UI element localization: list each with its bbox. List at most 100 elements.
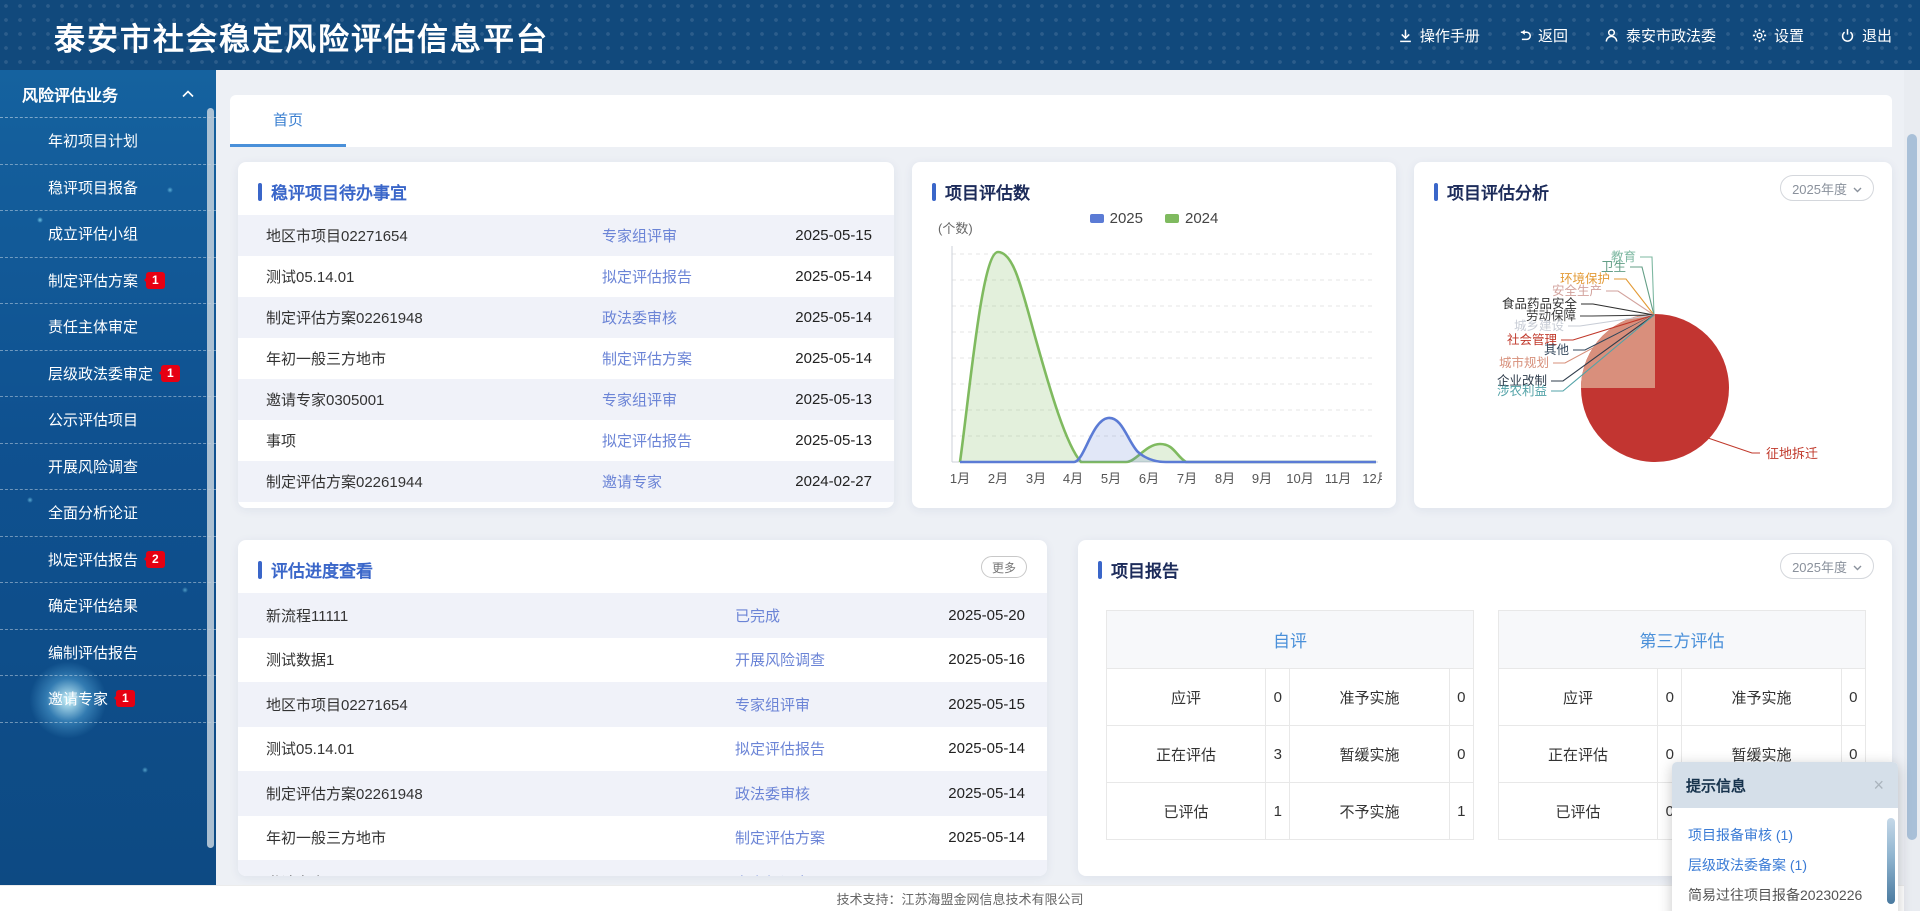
progress-list: 新流程11111已完成2025-05-20 测试数据1开展风险调查2025-05… — [238, 593, 1047, 876]
sidebar-group-risk-assessment[interactable]: 风险评估业务 — [0, 70, 216, 118]
stage-link[interactable]: 拟定评估报告 — [602, 266, 762, 287]
popup-link-report-review[interactable]: 项目报备审核 (1) — [1688, 820, 1882, 850]
table-row[interactable]: 测试数据1开展风险调查2025-05-16 — [238, 638, 1047, 683]
sidebar-item-committee-review[interactable]: 层级政法委审定1 — [0, 351, 216, 398]
stage-link[interactable]: 制定评估方案 — [602, 348, 762, 369]
stage-link[interactable]: 拟定评估报告 — [735, 738, 910, 759]
stage-link[interactable]: 政法委审核 — [602, 307, 762, 328]
series-2024-area — [960, 252, 1376, 462]
tab-home[interactable]: 首页 — [230, 95, 346, 147]
table-header: 第三方评估 — [1499, 611, 1866, 669]
user-account[interactable]: 泰安市政法委 — [1604, 25, 1716, 46]
stage-link[interactable]: 拟定评估报告 — [602, 430, 762, 451]
sidebar-item-draft-report[interactable]: 拟定评估报告2 — [0, 537, 216, 584]
table-row[interactable]: 制定评估方案02261944邀请专家2024-02-27 — [238, 461, 894, 502]
table-row[interactable]: 制定评估方案02261948政法委审核2025-05-14 — [238, 297, 894, 338]
stage-link[interactable]: 开展风险调查 — [735, 649, 910, 670]
table-row[interactable]: 制定评估方案02261948政法委审核2025-05-14 — [238, 771, 1047, 816]
stage-link[interactable]: 制定评估方案 — [735, 827, 910, 848]
footer-text: 技术支持：江苏海盟金网信息技术有限公司 — [836, 889, 1083, 908]
footer: 技术支持：江苏海盟金网信息技术有限公司 — [0, 885, 1920, 911]
table-row[interactable]: 邀请专家0305001专家组评审2025-05-13 — [238, 379, 894, 420]
sidebar-item-confirm-result[interactable]: 确定评估结果 — [0, 583, 216, 630]
self-assessment-table: 自评 应评0 准予实施0 正在评估3 暂缓实施0 已评估1 不予实施1 — [1106, 610, 1474, 840]
table-row[interactable]: 测试05.14.01拟定评估报告2025-05-14 — [238, 727, 1047, 772]
svg-text:5月: 5月 — [1101, 471, 1121, 486]
card-assessment-count-chart: 项目评估数 2025 2024 (个数) 1月 2月 3月 4月 5月 6月 7… — [912, 162, 1396, 508]
chevron-up-icon — [182, 85, 194, 103]
sidebar-item-risk-survey[interactable]: 开展风险调查 — [0, 444, 216, 491]
sidebar: 风险评估业务 年初项目计划 稳评项目报备 成立评估小组 制定评估方案1 责任主体… — [0, 70, 216, 885]
sidebar-item-annual-plan[interactable]: 年初项目计划 — [0, 118, 216, 165]
pending-task-list: 地区市项目02271654专家组评审2025-05-15 测试05.14.01拟… — [238, 215, 894, 502]
notification-badge: 1 — [146, 272, 165, 289]
svg-text:涉农利益: 涉农利益 — [1497, 384, 1547, 398]
table-row[interactable]: 年初一般三方地市制定评估方案2025-05-14 — [238, 338, 894, 379]
svg-text:安全生产: 安全生产 — [1552, 283, 1602, 298]
svg-text:1月: 1月 — [950, 471, 970, 486]
legend-swatch — [1090, 214, 1104, 223]
table-header: 自评 — [1107, 611, 1474, 669]
stage-link[interactable]: 专家组评审 — [602, 225, 762, 246]
manual-button[interactable]: 操作手册 — [1398, 25, 1480, 46]
card-progress-view: 评估进度查看 更多 新流程11111已完成2025-05-20 测试数据1开展风… — [238, 540, 1047, 876]
sidebar-item-publicize-project[interactable]: 公示评估项目 — [0, 397, 216, 444]
page-scrollbar[interactable] — [1904, 70, 1920, 911]
svg-text:6月: 6月 — [1139, 471, 1159, 486]
stage-link[interactable]: 专家组评审 — [602, 389, 762, 410]
power-icon — [1840, 28, 1855, 43]
gear-icon — [1752, 28, 1767, 43]
accent-bar — [932, 183, 936, 201]
settings-button[interactable]: 设置 — [1752, 25, 1804, 46]
stage-link[interactable]: 专家组评审 — [735, 872, 910, 876]
page-scrollbar-thumb[interactable] — [1907, 134, 1917, 840]
stage-link[interactable]: 专家组评审 — [735, 694, 910, 715]
sidebar-item-responsible-review[interactable]: 责任主体审定 — [0, 304, 216, 351]
close-icon[interactable]: × — [1873, 776, 1884, 794]
accent-bar — [1098, 561, 1102, 579]
table-row[interactable]: 年初一般三方地市制定评估方案2025-05-14 — [238, 816, 1047, 861]
header-menu: 操作手册 返回 泰安市政法委 — [1398, 0, 1892, 70]
popup-scrollbar[interactable] — [1887, 818, 1895, 904]
notification-badge: 1 — [116, 690, 135, 707]
sidebar-item-analysis[interactable]: 全面分析论证 — [0, 490, 216, 537]
logout-button[interactable]: 退出 — [1840, 25, 1892, 46]
card-title: 稳评项目待办事宜 — [271, 179, 407, 204]
notification-badge: 1 — [161, 365, 180, 382]
sidebar-item-form-team[interactable]: 成立评估小组 — [0, 211, 216, 258]
sidebar-scrollbar[interactable] — [207, 108, 214, 848]
table-row[interactable]: 地区市项目02271654专家组评审2025-05-15 — [238, 682, 1047, 727]
user-icon — [1604, 28, 1619, 43]
card-title: 项目评估分析 — [1447, 179, 1549, 204]
notification-badge: 2 — [146, 551, 165, 568]
pie-main-label: 征地拆迁 — [1766, 446, 1818, 461]
svg-text:4月: 4月 — [1063, 471, 1083, 486]
sidebar-item-compile-report[interactable]: 编制评估报告 — [0, 630, 216, 677]
table-row[interactable]: 新流程11111已完成2025-05-20 — [238, 593, 1047, 638]
sidebar-item-invite-experts[interactable]: 邀请专家1 — [0, 676, 216, 723]
card-pending-tasks: 稳评项目待办事宜 地区市项目02271654专家组评审2025-05-15 测试… — [238, 162, 894, 508]
pie-slice-highlight — [1581, 314, 1655, 388]
app-title: 泰安市社会稳定风险评估信息平台 — [54, 14, 549, 59]
download-icon — [1398, 28, 1413, 43]
table-row[interactable]: 地区市项目02271654专家组评审2025-05-15 — [238, 215, 894, 256]
sidebar-item-project-filing[interactable]: 稳评项目报备 — [0, 165, 216, 212]
accent-bar — [258, 183, 262, 201]
svg-text:8月: 8月 — [1215, 471, 1235, 486]
card-title: 项目评估数 — [945, 179, 1030, 204]
table-row[interactable]: 事项拟定评估报告2025-05-13 — [238, 420, 894, 461]
popup-link-committee-filing[interactable]: 层级政法委备案 (1) — [1688, 850, 1882, 880]
card-title: 评估进度查看 — [271, 557, 373, 582]
stage-link[interactable]: 已完成 — [735, 605, 910, 626]
svg-text:其他: 其他 — [1544, 343, 1570, 357]
back-button[interactable]: 返回 — [1516, 25, 1568, 46]
svg-text:城市规划: 城市规划 — [1499, 355, 1549, 370]
svg-text:11月: 11月 — [1325, 471, 1352, 486]
stage-link[interactable]: 邀请专家 — [602, 471, 762, 492]
stage-link[interactable]: 政法委审核 — [735, 783, 910, 804]
table-row[interactable]: 测试05.14.01拟定评估报告2025-05-14 — [238, 256, 894, 297]
sidebar-item-make-plan[interactable]: 制定评估方案1 — [0, 258, 216, 305]
table-row[interactable]: 邀请专家0305001专家组评审2025-05-13 — [238, 860, 1047, 876]
popup-title: 提示信息 — [1686, 775, 1746, 796]
svg-text:9月: 9月 — [1252, 471, 1272, 486]
